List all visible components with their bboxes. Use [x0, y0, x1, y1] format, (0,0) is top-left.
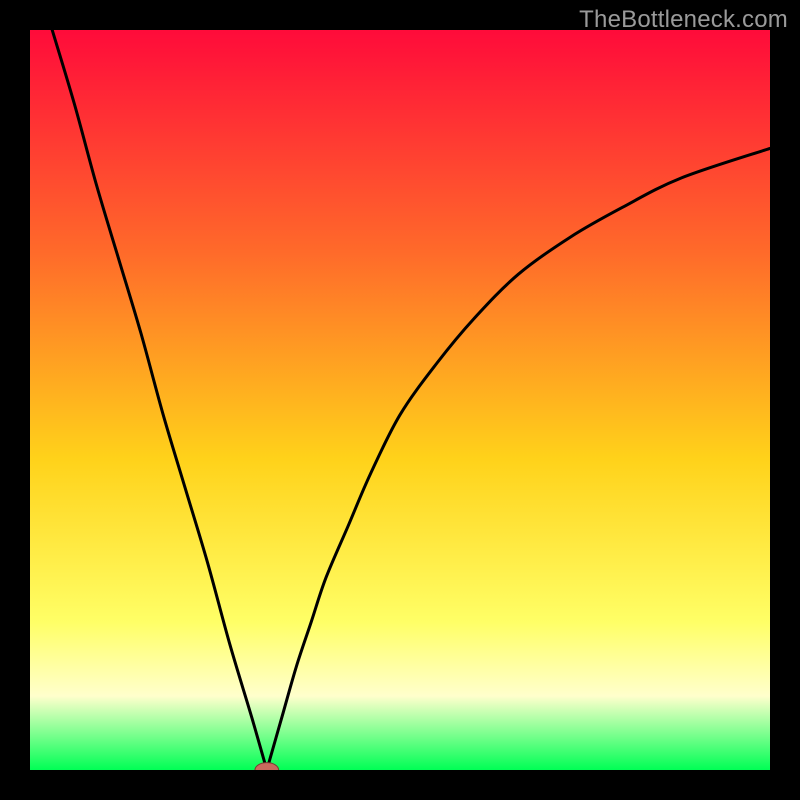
chart-frame [30, 30, 770, 770]
gradient-background [30, 30, 770, 770]
bottleneck-plot [30, 30, 770, 770]
watermark-text: TheBottleneck.com [579, 6, 788, 34]
